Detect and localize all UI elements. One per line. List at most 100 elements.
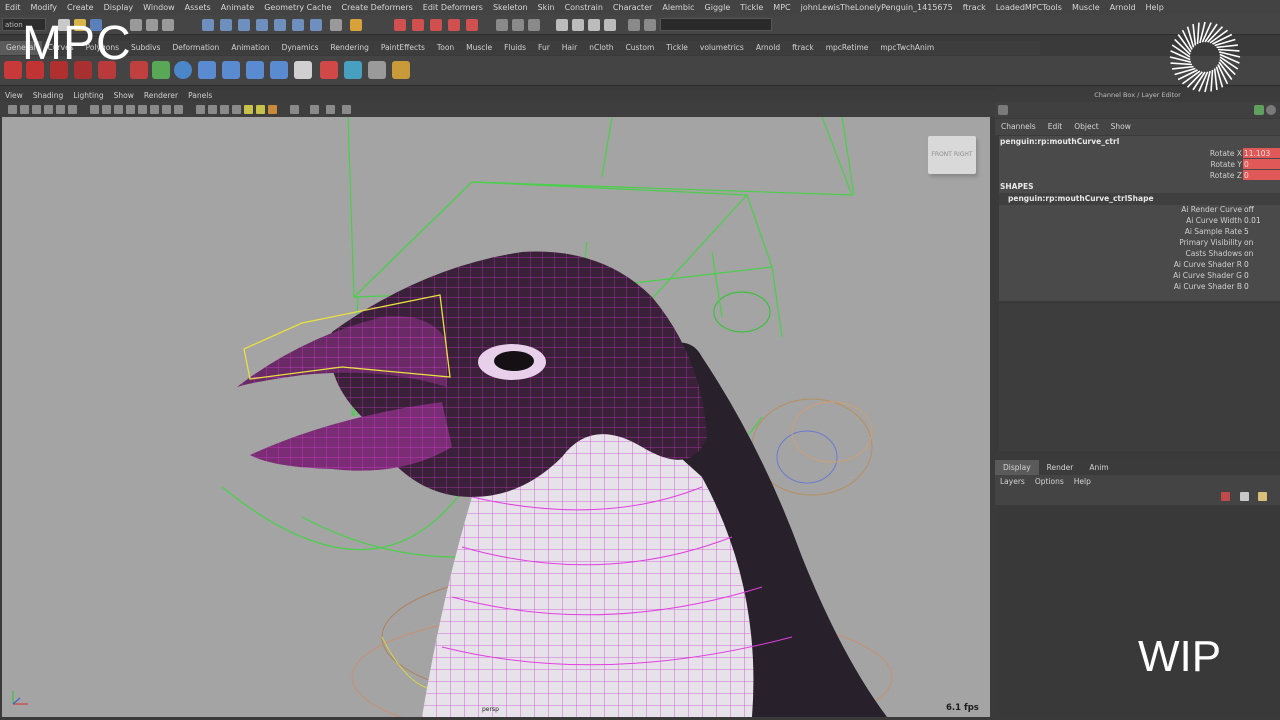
ik-handle-icon[interactable] [222,61,240,79]
viewport-menu-show[interactable]: Show [109,90,139,102]
cb-menu-object[interactable]: Object [1068,119,1104,135]
field-chart-icon[interactable] [138,105,147,114]
attribute-editor-icon[interactable] [572,19,584,31]
shelf-tab-mpctwchanim[interactable]: mpcTwchAnim [874,41,940,55]
menu-animate[interactable]: Animate [216,0,260,15]
render-settings-icon[interactable] [430,19,442,31]
shape-attr-row[interactable]: Ai Curve Shader G0 [999,270,1280,281]
gate-mask-icon[interactable] [126,105,135,114]
shelf-tab-hair[interactable]: Hair [556,41,583,55]
two-d-pan-icon[interactable] [56,105,65,114]
grease-pencil-icon[interactable] [68,105,77,114]
view-cube[interactable]: FRONT RIGHT [928,136,976,174]
attr-value-field[interactable]: 5 [1243,226,1280,236]
menu-help[interactable]: Help [1141,0,1169,15]
channel-value-field[interactable]: 0 [1243,159,1280,169]
shelf-tab-animation[interactable]: Animation [225,41,275,55]
panel-toggle-icon[interactable] [1254,105,1264,115]
backface-icon[interactable] [342,105,351,114]
smooth-shade-icon[interactable] [208,105,217,114]
shape-attr-row[interactable]: Ai Render Curve off [999,204,1280,215]
sphere-tool-icon[interactable] [174,61,192,79]
cb-menu-channels[interactable]: Channels [995,119,1042,135]
channel-box-toggle-icon[interactable] [604,19,616,31]
render-view-icon[interactable] [466,19,478,31]
help-line-icon[interactable] [330,19,342,31]
skin-bind-icon[interactable] [270,61,288,79]
shape-attr-row[interactable]: Ai Curve Width 0.01 [999,215,1280,226]
render-frame-icon[interactable] [394,19,406,31]
menu-edit[interactable]: Edit [0,0,26,15]
layer-tab-display[interactable]: Display [995,460,1039,475]
select-hierarchy-icon[interactable] [130,19,142,31]
menu-modify[interactable]: Modify [26,0,63,15]
lock-icon[interactable] [350,19,362,31]
shelf-tab-muscle[interactable]: Muscle [460,41,498,55]
use-all-lights-icon[interactable] [244,105,253,114]
menu-constrain[interactable]: Constrain [560,0,608,15]
menu-scene-file[interactable]: johnLewisTheLonelyPenguin_1415675 [796,0,958,15]
shelf-tab-ncloth[interactable]: nCloth [583,41,619,55]
shelf-tab-fluids[interactable]: Fluids [498,41,532,55]
menu-tickle[interactable]: Tickle [735,0,768,15]
xray-active-icon[interactable] [326,105,335,114]
snap-view-icon[interactable] [256,19,268,31]
custom-script-icon[interactable] [392,61,410,79]
menu-geometry-cache[interactable]: Geometry Cache [259,0,336,15]
key-tool-icon[interactable] [130,61,148,79]
wireframe-icon[interactable] [196,105,205,114]
menu-muscle[interactable]: Muscle [1067,0,1105,15]
hypershade-icon[interactable] [448,19,460,31]
channel-value-field[interactable]: 11.103 [1243,148,1280,158]
select-camera-icon[interactable] [8,105,17,114]
tool-settings-icon[interactable] [588,19,600,31]
layer-menu-options[interactable]: Options [1030,475,1069,489]
construction-icon[interactable] [310,19,322,31]
attr-value-field[interactable]: on [1243,248,1280,258]
attr-value-field[interactable]: 0 [1243,270,1280,280]
layer-tab-render[interactable]: Render [1039,460,1082,475]
menu-edit-deformers[interactable]: Edit Deformers [418,0,488,15]
snap-surface-icon[interactable] [274,19,286,31]
layer-menu-help[interactable]: Help [1069,475,1096,489]
ipr-render-icon[interactable] [412,19,424,31]
shape-attr-row[interactable]: Casts Shadows on [999,248,1280,259]
xray-icon[interactable] [290,105,299,114]
input-line-icon[interactable] [496,19,508,31]
bookmarks-icon[interactable] [32,105,41,114]
shelf-tab-rendering[interactable]: Rendering [325,41,375,55]
viewport-perspective[interactable] [2,117,990,717]
new-layer-selected-icon[interactable] [1258,492,1267,501]
menu-mpc[interactable]: MPC [768,0,795,15]
transform-icon[interactable] [528,19,540,31]
attr-value-field[interactable]: 0 [1243,259,1280,269]
menu-skin[interactable]: Skin [533,0,560,15]
shape-attr-row[interactable]: Primary Visibility on [999,237,1280,248]
channel-row[interactable]: Rotate X 11.103 [999,148,1280,159]
menu-window[interactable]: Window [138,0,180,15]
export-tool-icon[interactable] [368,61,386,79]
shelf-tab-fur[interactable]: Fur [532,41,556,55]
shape-attr-row[interactable]: Ai Sample Rate 5 [999,226,1280,237]
shadows-icon[interactable] [256,105,265,114]
ik-spline-icon[interactable] [246,61,264,79]
menu-giggle[interactable]: Giggle [700,0,736,15]
attr-value-field[interactable]: on [1243,237,1280,247]
shelf-tab-painteffects[interactable]: PaintEffects [375,41,431,55]
snap-curve-icon[interactable] [220,19,232,31]
viewport-menu-lighting[interactable]: Lighting [68,90,108,102]
select-component-icon[interactable] [162,19,174,31]
xray-joints-icon[interactable] [310,105,319,114]
shape-attr-row[interactable]: Ai Curve Shader R0 [999,259,1280,270]
viewport-menu-renderer[interactable]: Renderer [139,90,183,102]
new-layer-icon[interactable] [1240,492,1249,501]
film-gate-icon[interactable] [102,105,111,114]
attr-value-field[interactable]: 0.01 [1243,215,1280,225]
menu-character[interactable]: Character [608,0,658,15]
channel-row[interactable]: Rotate Y0 [999,159,1280,170]
attr-value-field[interactable]: 0 [1243,281,1280,291]
modeling-toolkit-icon[interactable] [556,19,568,31]
safe-title-icon[interactable] [162,105,171,114]
menu-display[interactable]: Display [99,0,139,15]
viewport-menu-shading[interactable]: Shading [28,90,68,102]
